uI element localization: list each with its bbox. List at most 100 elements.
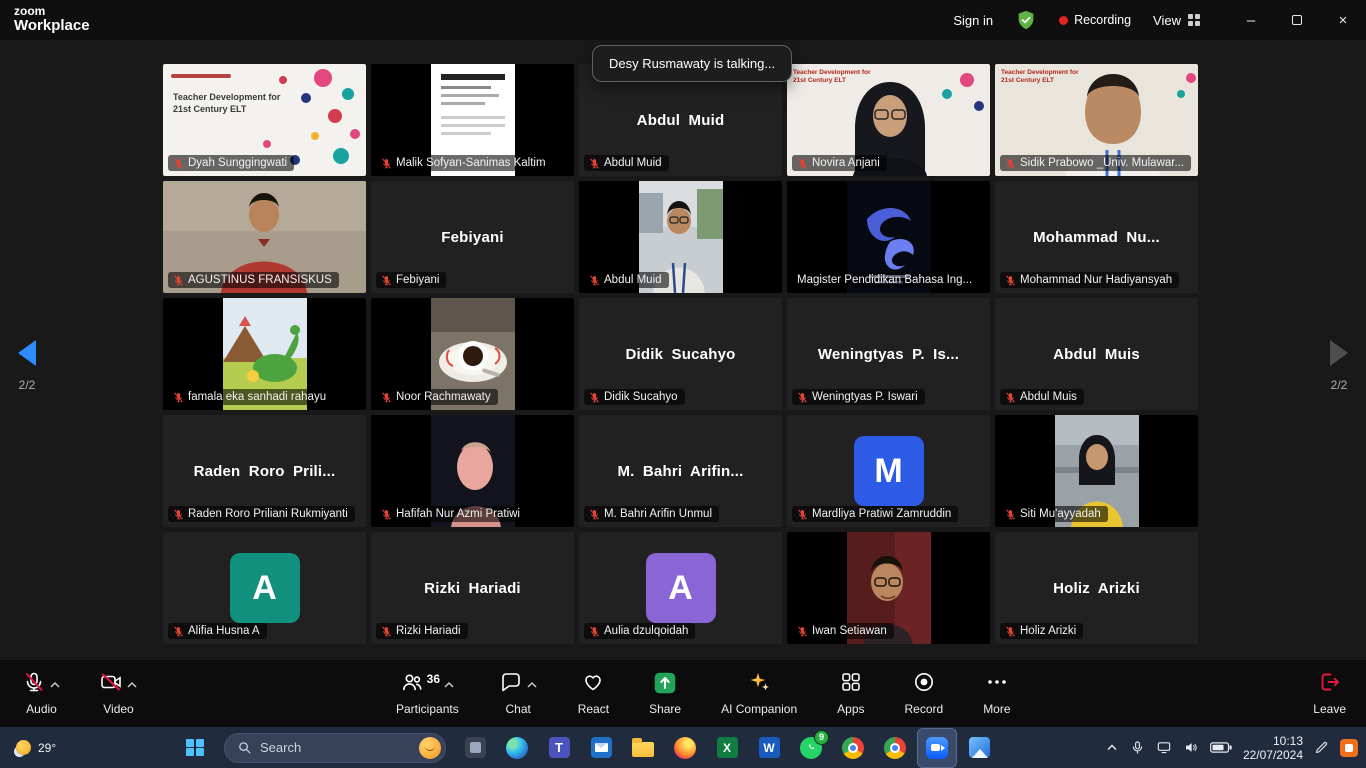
muted-mic-icon bbox=[173, 509, 184, 520]
muted-mic-icon bbox=[381, 392, 392, 403]
word-app-button[interactable]: W bbox=[750, 729, 788, 767]
taskbar-search-input[interactable]: Search bbox=[224, 733, 446, 763]
video-options-caret[interactable] bbox=[126, 676, 138, 694]
participant-tile[interactable]: AAlifia Husna A bbox=[163, 532, 366, 644]
close-button[interactable]: × bbox=[1320, 0, 1366, 40]
photos-icon bbox=[969, 737, 990, 758]
active-speaker-tooltip: Desy Rusmawaty is talking... bbox=[592, 45, 792, 82]
excel-app-button[interactable]: X bbox=[708, 729, 746, 767]
photos-app-button[interactable] bbox=[960, 729, 998, 767]
participant-label: Iwan Setiawan bbox=[812, 625, 887, 637]
share-button[interactable]: Share bbox=[649, 660, 681, 716]
participant-name-tag: Febiyani bbox=[376, 272, 446, 288]
weather-widget[interactable]: 29° bbox=[6, 727, 66, 768]
participant-tile[interactable]: Magister Pendidikan Bahasa Ing... bbox=[787, 181, 990, 293]
windows-logo-icon bbox=[186, 739, 204, 757]
participant-tile[interactable]: Abdul Muid bbox=[579, 181, 782, 293]
participant-label: famala eka sanhadi rahayu bbox=[188, 391, 326, 403]
chrome-icon bbox=[842, 737, 864, 759]
participant-name-tag: Iwan Setiawan bbox=[792, 623, 894, 639]
zoom-app-button[interactable] bbox=[918, 729, 956, 767]
participant-name-tag: Magister Pendidikan Bahasa Ing... bbox=[792, 272, 979, 288]
maximize-button[interactable] bbox=[1274, 0, 1320, 40]
participant-tile[interactable]: Didik SucahyoDidik Sucahyo bbox=[579, 298, 782, 410]
participants-options-caret[interactable] bbox=[443, 676, 455, 694]
participant-name-tag: Alifia Husna A bbox=[168, 623, 267, 639]
apps-button[interactable]: Apps bbox=[837, 660, 864, 716]
logo-workplace-text: Workplace bbox=[14, 18, 90, 35]
next-page-arrow-icon[interactable] bbox=[1330, 340, 1348, 366]
file-explorer-button[interactable] bbox=[624, 729, 662, 767]
participant-tile[interactable]: Teacher Development for 21st Century ELT… bbox=[995, 64, 1198, 176]
chrome-app-button[interactable] bbox=[834, 729, 872, 767]
participant-tile[interactable]: Weningtyas P. Is...Weningtyas P. Iswari bbox=[787, 298, 990, 410]
participant-name-tag: Hafifah Nur Azmi Pratiwi bbox=[376, 506, 527, 522]
participant-tile[interactable]: FebiyaniFebiyani bbox=[371, 181, 574, 293]
whatsapp-app-button[interactable]: 9 bbox=[792, 729, 830, 767]
tray-app-icon[interactable] bbox=[1340, 739, 1358, 757]
participant-tile[interactable]: Teacher Development for 21st Century ELT… bbox=[163, 64, 366, 176]
prev-page-arrow-icon[interactable] bbox=[18, 340, 36, 366]
audio-button[interactable]: Audio bbox=[22, 660, 61, 716]
chrome-profile2-button[interactable] bbox=[876, 729, 914, 767]
participant-tile[interactable]: Siti Mu'ayyadah bbox=[995, 415, 1198, 527]
security-shield-icon[interactable] bbox=[1015, 9, 1037, 31]
tray-pen-icon[interactable] bbox=[1314, 740, 1329, 755]
participant-tile[interactable]: MMardliya Pratiwi Zamruddin bbox=[787, 415, 990, 527]
participant-tile[interactable]: famala eka sanhadi rahayu bbox=[163, 298, 366, 410]
tray-volume-icon[interactable] bbox=[1183, 740, 1199, 755]
participant-tile[interactable]: Mohammad Nu...Mohammad Nur Hadiyansyah bbox=[995, 181, 1198, 293]
edge-app-button[interactable] bbox=[498, 729, 536, 767]
react-button[interactable]: React bbox=[578, 660, 609, 716]
firefox-app-button[interactable] bbox=[666, 729, 704, 767]
sign-in-button[interactable]: Sign in bbox=[953, 13, 993, 28]
weather-sun-icon bbox=[16, 740, 31, 755]
taskbar-clock[interactable]: 10:13 22/07/2024 bbox=[1243, 734, 1303, 762]
edge-icon bbox=[506, 737, 528, 759]
participant-tile[interactable]: Rizki HariadiRizki Hariadi bbox=[371, 532, 574, 644]
gallery-next-page: 2/2 bbox=[1330, 340, 1348, 392]
participant-name-tag: Raden Roro Priliani Rukmiyanti bbox=[168, 506, 355, 522]
more-button[interactable]: More bbox=[983, 660, 1010, 716]
participant-avatar: A bbox=[230, 553, 300, 623]
camera-off-icon bbox=[99, 670, 123, 699]
ai-companion-button[interactable]: AI Companion bbox=[721, 660, 797, 716]
leave-exit-icon bbox=[1318, 670, 1342, 699]
audio-options-caret[interactable] bbox=[49, 676, 61, 694]
gallery-prev-page: 2/2 bbox=[18, 340, 36, 392]
teams-app-button[interactable]: T bbox=[540, 729, 578, 767]
task-view-button[interactable] bbox=[456, 729, 494, 767]
tray-display-icon[interactable] bbox=[1156, 740, 1172, 755]
zoom-titlebar: zoom Workplace Sign in Recording View – … bbox=[0, 0, 1366, 40]
participant-tile[interactable]: Holiz ArizkiHoliz Arizki bbox=[995, 532, 1198, 644]
participant-tile[interactable]: Raden Roro Prili...Raden Roro Priliani R… bbox=[163, 415, 366, 527]
participant-tile[interactable]: Malik Sofyan-Sanimas Kaltim bbox=[371, 64, 574, 176]
minimize-button[interactable]: – bbox=[1228, 0, 1274, 40]
tray-chevron-up[interactable] bbox=[1105, 741, 1119, 755]
leave-button[interactable]: Leave bbox=[1313, 660, 1346, 716]
chat-button[interactable]: Chat bbox=[499, 660, 538, 716]
participant-tile[interactable]: AAulia dzulqoidah bbox=[579, 532, 782, 644]
participant-label: M. Bahri Arifin Unmul bbox=[604, 508, 712, 520]
video-button[interactable]: Video bbox=[99, 660, 138, 716]
recording-indicator: Recording bbox=[1059, 13, 1131, 27]
view-button[interactable]: View bbox=[1153, 13, 1200, 28]
participant-tile[interactable]: Iwan Setiawan bbox=[787, 532, 990, 644]
tray-mic-icon[interactable] bbox=[1130, 740, 1145, 755]
record-button[interactable]: Record bbox=[905, 660, 944, 716]
participant-tile[interactable]: M. Bahri Arifin...M. Bahri Arifin Unmul bbox=[579, 415, 782, 527]
participant-tile[interactable]: AGUSTINUS FRANSISKUS bbox=[163, 181, 366, 293]
word-icon: W bbox=[759, 737, 780, 758]
participant-tile[interactable]: Hafifah Nur Azmi Pratiwi bbox=[371, 415, 574, 527]
start-button[interactable] bbox=[176, 729, 214, 767]
participant-tile[interactable]: Abdul MuisAbdul Muis bbox=[995, 298, 1198, 410]
participant-tile[interactable]: Teacher Development for 21st Century ELT… bbox=[787, 64, 990, 176]
participant-tile[interactable]: Noor Rachmawaty bbox=[371, 298, 574, 410]
mail-app-button[interactable] bbox=[582, 729, 620, 767]
tray-battery-icon[interactable] bbox=[1210, 741, 1232, 754]
chat-options-caret[interactable] bbox=[526, 676, 538, 694]
participant-label: Mohammad Nur Hadiyansyah bbox=[1020, 274, 1172, 286]
participant-label: Mardliya Pratiwi Zamruddin bbox=[812, 508, 951, 520]
participants-button[interactable]: 36 Participants bbox=[396, 660, 459, 716]
record-circle-icon bbox=[912, 670, 936, 699]
